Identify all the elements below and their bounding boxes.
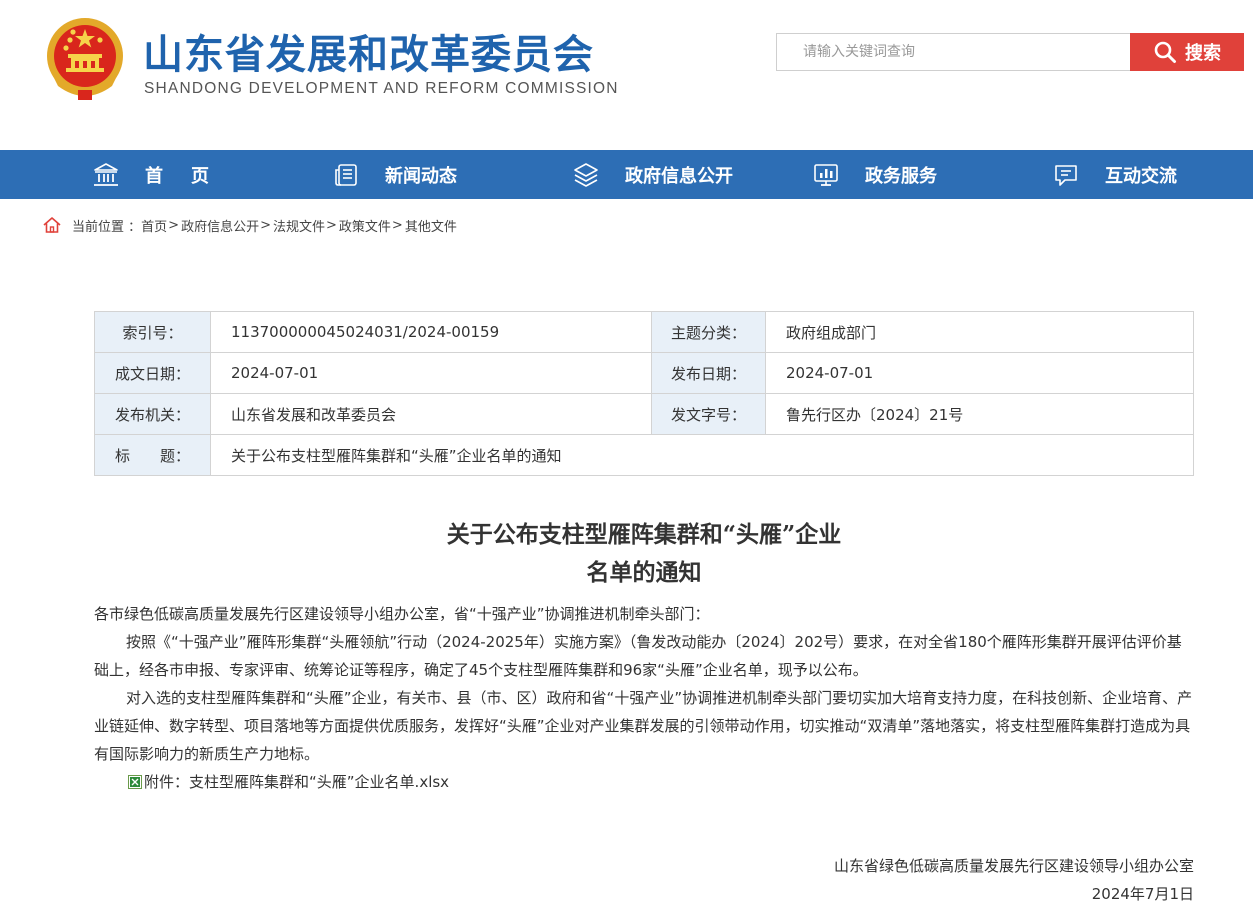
document-number-value: 鲁先行区办〔2024〕21号 xyxy=(765,393,1194,435)
site-subtitle: SHANDONG DEVELOPMENT AND REFORM COMMISSI… xyxy=(144,80,619,97)
article-paragraph: 对入选的支柱型雁阵集群和“头雁”企业，有关市、县（市、区）政府和省“十强产业”协… xyxy=(94,689,1193,763)
issuer-label: 发布机关： xyxy=(94,393,211,435)
index-value: 113700000045024031/2024-00159 xyxy=(210,311,652,353)
site-header: 山东省发展和改革委员会 SHANDONG DEVELOPMENT AND REF… xyxy=(0,0,1253,150)
written-date-value: 2024-07-01 xyxy=(210,352,652,394)
breadcrumb-link-home[interactable]: 首页 xyxy=(141,216,167,235)
site-title: 山东省发展和改革委员会 xyxy=(143,32,594,78)
layers-icon xyxy=(574,162,598,187)
article-paragraph: 按照《“十强产业”雁阵形集群“头雁领航”行动（2024-2025年）实施方案》（… xyxy=(94,633,1182,679)
attachment: 附件： 支柱型雁阵集群和“头雁”企业名单.xlsx xyxy=(128,768,1194,796)
nav-item-interaction[interactable]: 互动交流 xyxy=(1053,150,1177,199)
main-nav: 首页 新闻动态 政府信息公开 政务服务 互动交流 xyxy=(0,150,1253,199)
article-body: 各市绿色低碳高质量发展先行区建设领导小组办公室，省“十强产业”协调推进机制牵头部… xyxy=(94,600,1194,796)
document-info-table: 索引号： 113700000045024031/2024-00159 主题分类：… xyxy=(94,311,1194,476)
table-row: 索引号： 113700000045024031/2024-00159 主题分类：… xyxy=(94,311,1194,353)
breadcrumb-link-policy[interactable]: 政策文件 xyxy=(339,216,391,235)
signature: 山东省绿色低碳高质量发展先行区建设领导小组办公室 2024年7月1日 xyxy=(594,852,1194,906)
bank-icon xyxy=(94,162,118,186)
breadcrumb: 当前位置 ： 首页 > 政府信息公开 > 法规文件 > 政策文件 > 其他文件 xyxy=(42,215,457,235)
chat-icon xyxy=(1055,164,1077,186)
title-value: 关于公布支柱型雁阵集群和“头雁”企业名单的通知 xyxy=(210,434,1194,476)
nav-item-services[interactable]: 政务服务 xyxy=(813,150,937,199)
article-salutation: 各市绿色低碳高质量发展先行区建设领导小组办公室，省“十强产业”协调推进机制牵头部… xyxy=(94,605,710,623)
signature-organization: 山东省绿色低碳高质量发展先行区建设领导小组办公室 xyxy=(833,857,1194,875)
signature-date: 2024年7月1日 xyxy=(1091,885,1194,903)
table-row: 发布机关： 山东省发展和改革委员会 发文字号： 鲁先行区办〔2024〕21号 xyxy=(94,393,1194,435)
article-title-line: 关于公布支柱型雁阵集群和“头雁”企业 xyxy=(446,521,842,548)
home-icon xyxy=(43,217,61,233)
search-icon xyxy=(1154,41,1176,63)
topic-label: 主题分类： xyxy=(651,311,766,353)
published-date-label: 发布日期： xyxy=(651,352,766,394)
breadcrumb-link-gov-info[interactable]: 政府信息公开 xyxy=(181,216,259,235)
search-box xyxy=(776,33,1131,71)
national-emblem-icon[interactable] xyxy=(44,16,126,102)
index-label: 索引号： xyxy=(94,311,211,353)
breadcrumb-link-other[interactable]: 其他文件 xyxy=(405,216,457,235)
article-title-line: 名单的通知 xyxy=(586,559,702,586)
published-date-value: 2024-07-01 xyxy=(765,352,1194,394)
nav-item-label: 互动交流 xyxy=(1105,165,1177,187)
title-label: 标 题： xyxy=(94,434,211,476)
table-row: 成文日期： 2024-07-01 发布日期： 2024-07-01 xyxy=(94,352,1194,394)
article-title: 关于公布支柱型雁阵集群和“头雁”企业 名单的通知 xyxy=(0,516,1253,592)
search-input[interactable] xyxy=(777,34,1130,70)
search-button[interactable]: 搜索 xyxy=(1130,33,1244,71)
nav-item-label: 政府信息公开 xyxy=(625,165,733,187)
document-number-label: 发文字号： xyxy=(651,393,766,435)
table-row: 标 题： 关于公布支柱型雁阵集群和“头雁”企业名单的通知 xyxy=(94,434,1194,476)
nav-item-label: 新闻动态 xyxy=(385,165,457,187)
topic-value: 政府组成部门 xyxy=(765,311,1194,353)
nav-item-gov-info[interactable]: 政府信息公开 xyxy=(573,150,733,199)
breadcrumb-separator: > xyxy=(391,217,403,233)
nav-item-home[interactable]: 首页 xyxy=(93,150,237,199)
breadcrumb-separator: > xyxy=(260,217,271,233)
attachment-link[interactable]: 支柱型雁阵集群和“头雁”企业名单.xlsx xyxy=(189,768,449,796)
breadcrumb-separator: > xyxy=(168,217,180,233)
issuer-value: 山东省发展和改革委员会 xyxy=(210,393,652,435)
breadcrumb-prefix: 当前位置 ： xyxy=(72,219,142,235)
excel-file-icon xyxy=(128,775,142,789)
search-button-label: 搜索 xyxy=(1185,43,1221,64)
news-icon xyxy=(335,163,357,186)
nav-item-label: 政务服务 xyxy=(865,165,937,187)
breadcrumb-link-regulations[interactable]: 法规文件 xyxy=(273,216,325,235)
attachment-label: 附件： xyxy=(144,773,190,791)
breadcrumb-separator: > xyxy=(326,217,337,233)
written-date-label: 成文日期： xyxy=(94,352,211,394)
chart-monitor-icon xyxy=(814,163,838,186)
nav-item-news[interactable]: 新闻动态 xyxy=(333,150,457,199)
nav-item-label: 首页 xyxy=(145,165,237,187)
